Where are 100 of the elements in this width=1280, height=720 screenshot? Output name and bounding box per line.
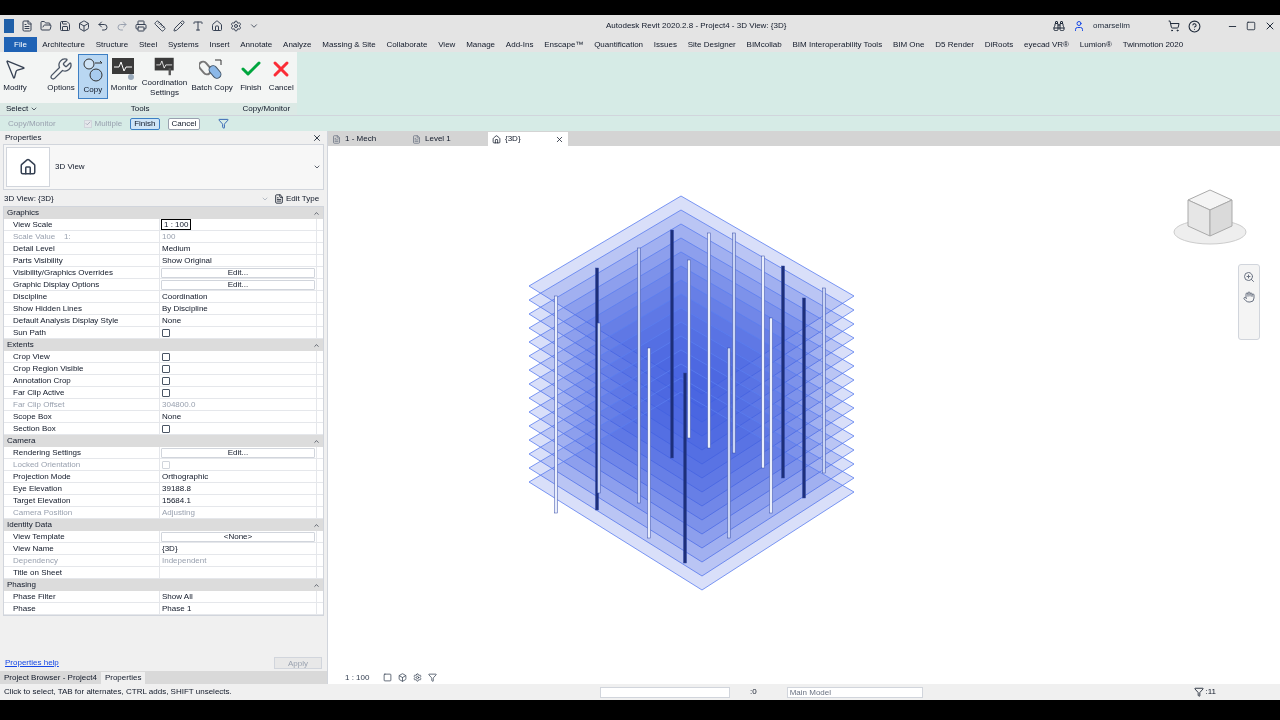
checkbox[interactable] [162,365,170,373]
help-icon[interactable] [1188,19,1201,33]
help-link[interactable]: Properties help [5,657,59,669]
ribbon-tab[interactable]: Twinmotion 2020 [1117,37,1189,52]
settings-icon[interactable] [230,20,242,32]
checkbox[interactable] [162,329,170,337]
ribbon-tab[interactable]: Massing & Site [316,37,382,52]
view-scale[interactable]: 1 : 100 [345,671,370,684]
cart-icon[interactable] [1168,20,1180,32]
panel-label-button[interactable]: Tools [130,103,150,115]
property-label: Scope Box [13,410,52,423]
type-selector[interactable]: 3D View: {3D} [4,193,269,205]
collapse-icon[interactable] [313,581,320,589]
close-icon[interactable] [312,132,322,143]
ribbon-tab[interactable]: Manage [460,37,501,52]
edit-button[interactable]: <None> [161,531,315,542]
maximize-icon[interactable] [1246,21,1256,31]
ribbon-button[interactable]: Cancel [265,54,297,99]
checkbox[interactable] [162,389,170,397]
pencil-icon[interactable] [173,20,185,32]
panel-tab[interactable]: Properties [100,672,146,684]
group-header[interactable]: Camera [7,435,36,447]
cube-icon[interactable] [78,20,90,32]
view-control-icon[interactable] [428,673,438,682]
ribbon-tab[interactable]: Analyze [277,37,317,52]
model-selector[interactable]: Main Model [786,686,923,698]
house-icon[interactable] [211,20,223,32]
view-scale-field[interactable]: 1 : 100 [161,219,192,230]
ribbon-button[interactable]: Finish [235,54,266,99]
property-label: Far Clip Offset [13,398,65,411]
measure-icon[interactable] [154,20,166,32]
group-header[interactable]: Extents [7,339,34,351]
ribbon-tab[interactable]: Annotate [234,37,278,52]
collapse-icon[interactable] [313,209,320,217]
document-tab[interactable]: {3D} [488,132,568,146]
ribbon-button[interactable]: Copy [77,54,108,99]
text-icon[interactable] [192,20,204,32]
ribbon-tab[interactable]: eyecad VR® [1018,37,1075,52]
property-value: {3D} [161,542,179,555]
filter-icon[interactable] [1194,687,1205,697]
option-button[interactable]: Finish [130,117,160,130]
ribbon-tab[interactable]: Issues [648,37,683,52]
ribbon-tab[interactable]: Lumion® [1074,37,1118,52]
print-icon[interactable] [135,20,147,32]
plan-icon [412,134,421,144]
checkbox[interactable] [162,353,170,361]
checkbox[interactable] [162,377,170,385]
view-control-icon[interactable] [398,673,408,682]
ribbon-button[interactable]: Options [44,54,78,99]
edit-button[interactable]: Edit... [161,267,315,278]
view-control-icon[interactable] [383,673,393,682]
ribbon-tab[interactable]: Steel [133,37,163,52]
view-control-icon[interactable] [413,673,423,682]
property-label: View Template [13,530,65,543]
ribbon-tab[interactable]: Quantification [588,37,649,52]
ribbon-tab[interactable]: Add-Ins [500,37,539,52]
edit-button[interactable]: Edit... [161,447,315,458]
group-header[interactable]: Graphics [7,207,39,219]
copy-icon [80,57,105,83]
group-header[interactable]: Identity Data [7,519,52,531]
open-icon[interactable] [40,20,52,32]
ribbon-tab[interactable]: BIMcollab [741,37,788,52]
workset-field[interactable] [600,686,730,698]
save-icon[interactable] [59,20,71,32]
ribbon-tab[interactable]: Collaborate [381,37,433,52]
collapse-icon[interactable] [313,521,320,529]
ribbon-tab[interactable]: Structure [90,37,134,52]
collapse-icon[interactable] [313,341,320,349]
ribbon-tab[interactable]: BIM One [887,37,930,52]
edit-button[interactable]: Edit... [161,279,315,290]
ribbon-button[interactable]: Coordination Settings [140,54,189,99]
ribbon-tab[interactable]: View [432,37,461,52]
property-value: Adjusting [161,506,196,519]
ribbon-tab[interactable]: Architecture [36,37,91,52]
ribbon-tab[interactable]: Site Designer [682,37,742,52]
ribbon-tab[interactable]: Systems [162,37,205,52]
edit-type-button[interactable]: Edit Type [274,193,320,205]
collapse-icon[interactable] [313,437,320,445]
ribbon-tab[interactable]: Insert [204,37,235,52]
ribbon-button[interactable]: Batch Copy [188,54,236,99]
ribbon-tab[interactable]: Enscape™ [538,37,589,52]
binoculars-icon[interactable] [1053,20,1066,32]
ribbon-tab[interactable]: File [4,37,37,52]
user-name[interactable]: omarselim [1093,20,1130,32]
document-icon[interactable] [21,20,33,32]
option-button[interactable]: Cancel [167,117,201,130]
close-icon[interactable] [1264,20,1276,32]
ribbon-tab[interactable]: DiRoots [979,37,1019,52]
caret-icon[interactable] [313,163,321,171]
caret-icon[interactable] [249,21,259,31]
filter-icon[interactable] [218,118,230,129]
ribbon-button[interactable]: Monitor [107,54,141,99]
undo-icon[interactable] [97,20,109,32]
ribbon-tab[interactable]: D5 Render [929,37,980,52]
checkbox[interactable] [162,425,170,433]
close-icon[interactable] [555,134,564,144]
ribbon-tab[interactable]: BIM Interoperability Tools [787,37,888,52]
user-icon[interactable] [1073,20,1086,32]
property-label: Discipline [13,290,48,303]
group-header[interactable]: Phasing [7,579,36,591]
